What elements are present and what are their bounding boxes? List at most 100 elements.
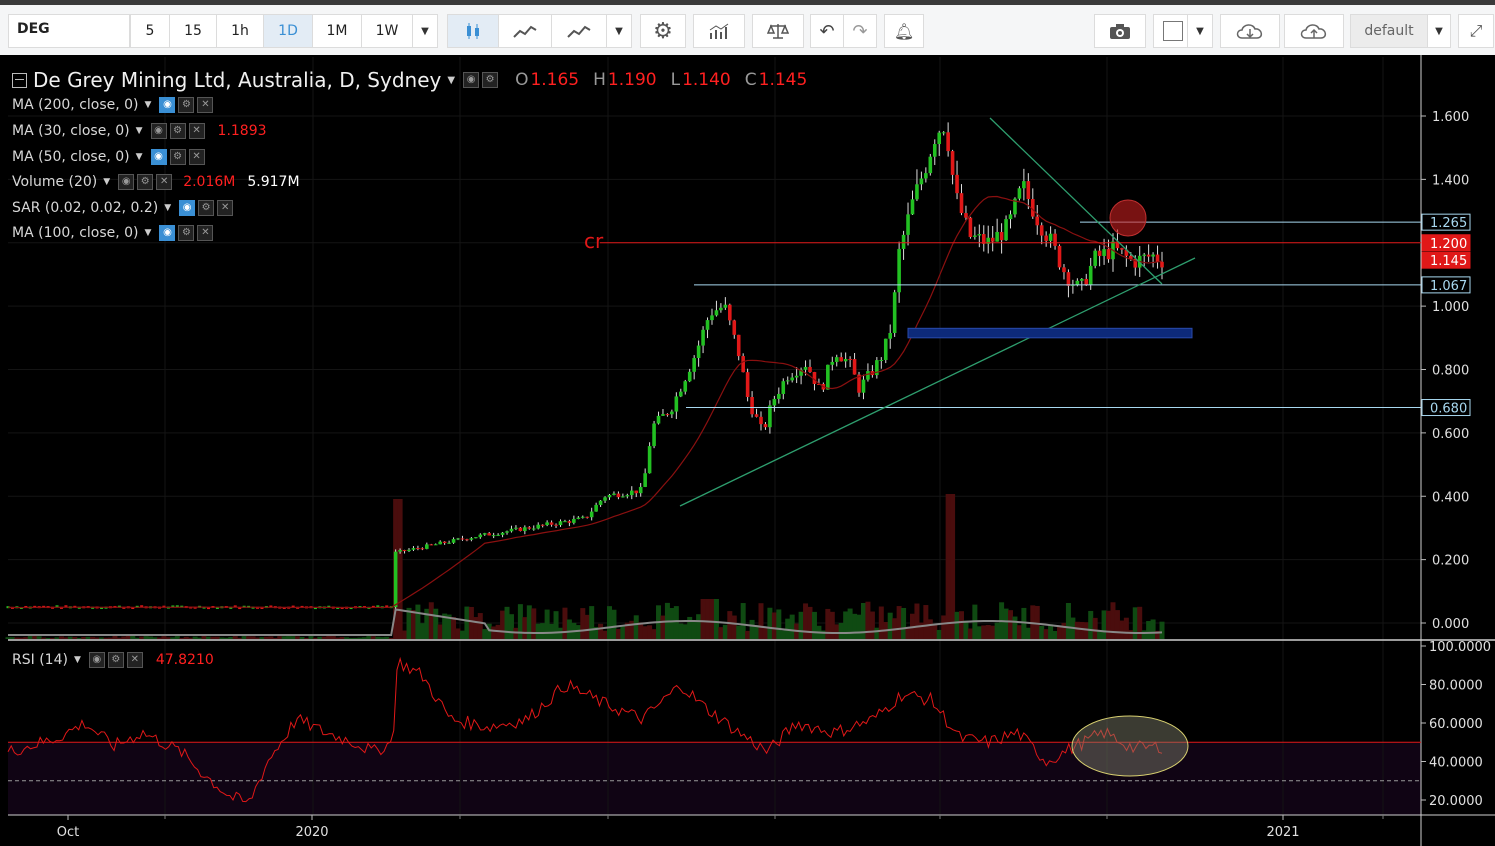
candle-body xyxy=(1120,248,1124,250)
rsi-highlight-ellipse xyxy=(1071,715,1189,777)
volume-bar xyxy=(1137,606,1143,639)
candle-body xyxy=(937,132,942,145)
volume-bar xyxy=(50,637,56,639)
candle-body xyxy=(585,516,590,518)
candle-body xyxy=(1093,250,1097,266)
gear-icon[interactable]: ⚙ xyxy=(107,652,124,668)
volume-bar xyxy=(963,620,969,639)
volume-bar xyxy=(152,637,158,639)
candle-body xyxy=(469,538,474,540)
volume-bar xyxy=(985,624,991,639)
candle-body xyxy=(442,541,447,544)
chevron-down-icon[interactable]: ▼ xyxy=(136,152,143,162)
candle-body xyxy=(1075,280,1080,285)
volume-bar xyxy=(72,637,78,639)
candle-body xyxy=(678,391,683,397)
chevron-down-icon[interactable]: ▼ xyxy=(145,100,152,110)
collapse-legend-icon[interactable] xyxy=(12,72,27,88)
candle-body xyxy=(745,372,750,398)
gear-icon[interactable]: ⚙ xyxy=(169,123,186,139)
candle-body xyxy=(652,423,656,447)
rsi-tick-label: 80.0000 xyxy=(1429,679,1483,694)
volume-bar xyxy=(696,614,702,639)
volume-value: 2.016M xyxy=(183,174,236,190)
chevron-down-icon[interactable]: ▼ xyxy=(103,177,110,187)
volume-bar xyxy=(731,615,737,639)
candle-body xyxy=(629,490,634,496)
volume-bar xyxy=(255,637,261,639)
candle-body xyxy=(540,524,545,526)
close-icon[interactable]: ✕ xyxy=(188,123,205,139)
chevron-down-icon[interactable]: ▼ xyxy=(164,203,171,213)
volume-bar xyxy=(27,636,33,639)
volume-bar xyxy=(896,606,902,639)
chevron-down-icon[interactable]: ▼ xyxy=(136,126,143,136)
close-icon[interactable]: ✕ xyxy=(217,200,234,216)
candle-body xyxy=(647,446,652,474)
candle-body xyxy=(607,494,612,498)
volume-bar xyxy=(838,622,844,639)
candle-body xyxy=(808,366,812,373)
close-icon[interactable]: ✕ xyxy=(197,97,214,113)
candle-body xyxy=(563,521,567,523)
volume-bar xyxy=(321,636,327,639)
candle-body xyxy=(843,358,848,362)
volume-bar xyxy=(549,623,555,639)
volume-bar xyxy=(981,625,987,639)
volume-bar xyxy=(1079,621,1085,639)
candle-body xyxy=(656,415,661,424)
eye-icon[interactable]: ◉ xyxy=(150,123,167,139)
eye-icon[interactable]: ◉ xyxy=(118,174,135,190)
candle-body xyxy=(687,371,692,382)
gear-icon[interactable]: ⚙ xyxy=(482,72,499,88)
volume-bar xyxy=(477,613,483,639)
close-icon[interactable]: ✕ xyxy=(126,652,143,668)
indicator-rsi: RSI (14) ▼ ◉ ⚙ ✕ 47.8210 xyxy=(12,652,214,668)
volume-bar xyxy=(722,624,728,639)
eye-icon[interactable]: ◉ xyxy=(88,652,105,668)
volume-bar xyxy=(317,636,323,639)
candle-body xyxy=(509,528,514,532)
volume-bar xyxy=(1150,619,1156,639)
eye-icon[interactable]: ◉ xyxy=(159,225,176,241)
chevron-down-icon[interactable]: ▼ xyxy=(447,75,455,86)
volume-bar xyxy=(954,611,960,639)
candle-body xyxy=(901,234,906,249)
volume-bar xyxy=(9,637,15,639)
chevron-down-icon[interactable]: ▼ xyxy=(74,655,81,665)
eye-icon[interactable]: ◉ xyxy=(159,97,176,113)
volume-bar xyxy=(85,636,91,639)
gear-icon[interactable]: ⚙ xyxy=(178,225,195,241)
candle-body xyxy=(407,549,411,552)
volume-bar xyxy=(295,636,301,639)
eye-icon[interactable]: ◉ xyxy=(150,149,167,165)
volume-bar xyxy=(58,636,64,639)
volume-bar xyxy=(914,603,920,639)
eye-icon[interactable]: ◉ xyxy=(463,72,480,88)
candle-body xyxy=(906,214,910,235)
candle-body xyxy=(1017,188,1022,199)
gear-icon[interactable]: ⚙ xyxy=(198,200,215,216)
close-icon[interactable]: ✕ xyxy=(156,174,173,190)
indicator-ma50: MA (50, close, 0) ▼ ◉ ⚙ ✕ xyxy=(12,149,208,165)
volume-bar xyxy=(419,623,425,639)
volume-bar xyxy=(112,636,118,639)
indicator-ma200: MA (200, close, 0) ▼ ◉ ⚙ ✕ xyxy=(12,97,216,113)
gear-icon[interactable]: ⚙ xyxy=(178,97,195,113)
chevron-down-icon[interactable]: ▼ xyxy=(145,228,152,238)
candle-body xyxy=(1008,214,1013,220)
close-icon[interactable]: ✕ xyxy=(188,149,205,165)
volume-bar xyxy=(116,637,122,639)
gear-icon[interactable]: ⚙ xyxy=(137,174,154,190)
gear-icon[interactable]: ⚙ xyxy=(169,149,186,165)
close-icon[interactable]: ✕ xyxy=(197,225,214,241)
volume-bar xyxy=(967,628,973,639)
candle-body xyxy=(447,542,451,544)
volume-bar xyxy=(1061,622,1067,639)
candle-body xyxy=(558,521,563,526)
eye-icon[interactable]: ◉ xyxy=(179,200,196,216)
drawing-text-cr[interactable]: cr xyxy=(584,229,603,253)
volume-bar xyxy=(615,628,621,639)
volume-bar xyxy=(1141,630,1147,639)
volume-bar xyxy=(134,637,140,639)
